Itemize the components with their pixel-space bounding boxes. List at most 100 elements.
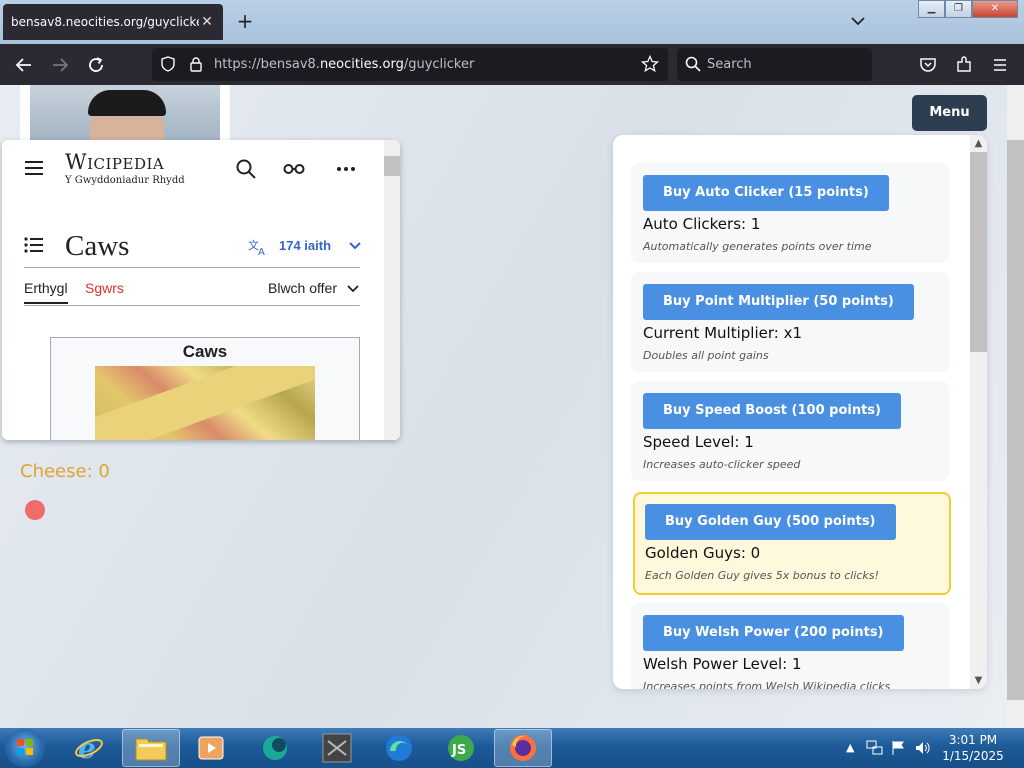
url-bar[interactable]: https://bensav8.neocities.org/guyclicker (152, 48, 668, 81)
network-icon[interactable] (866, 740, 884, 756)
shop-item-point-multiplier: Buy Point Multiplier (50 points) Current… (631, 272, 949, 372)
media-player-icon[interactable] (182, 729, 240, 767)
menu-button[interactable]: Menu (912, 95, 987, 131)
url-text: https://bensav8.neocities.org/guyclicker (214, 57, 475, 72)
clock[interactable]: 3:01 PM 1/15/2025 (942, 732, 1004, 764)
guy-photo[interactable] (20, 85, 230, 145)
reading-glasses-icon[interactable] (282, 157, 306, 181)
svg-text:JS: JS (451, 743, 466, 758)
tab-talk[interactable]: Sgwrs (85, 280, 124, 296)
shop-item-stat: Current Multiplier: x1 (643, 324, 803, 342)
shop-item-auto-clicker: Buy Auto Clicker (15 points) Auto Clicke… (631, 163, 949, 263)
wiki-scrollbar[interactable] (384, 140, 400, 440)
shop-item-description: Increases auto-clicker speed (643, 458, 801, 471)
shop-item-stat: Golden Guys: 0 (645, 544, 761, 562)
language-count[interactable]: 174 iaith (279, 238, 331, 253)
search-icon[interactable] (234, 157, 258, 181)
infobox-caption: Caws (182, 342, 228, 361)
tab-title: bensav8.neocities.org/guyclicker (11, 15, 199, 29)
tools-dropdown[interactable]: Blwch offer (268, 280, 359, 296)
scroll-down-icon[interactable]: ▼ (970, 672, 987, 689)
volume-icon[interactable] (914, 740, 932, 756)
browser-tab[interactable]: bensav8.neocities.org/guyclicker ✕ (3, 4, 223, 40)
close-tab-icon[interactable]: ✕ (199, 14, 215, 30)
shop-item-description: Automatically generates points over time (643, 240, 872, 253)
wiki-scrollbar-thumb[interactable] (384, 156, 400, 176)
wikipedia-logo[interactable]: Wicipedia (65, 150, 164, 174)
app-menu-icon[interactable] (988, 53, 1012, 77)
reload-icon[interactable] (84, 53, 108, 77)
windows-logo-icon (17, 739, 33, 755)
wikipedia-frame[interactable]: Wicipedia Y Gwyddoniadur Rhydd Caws 文A 1… (2, 140, 400, 440)
buy-auto-clicker-button[interactable]: Buy Auto Clicker (15 points) (643, 175, 889, 211)
window-controls: ▁ ❐ ✕ (918, 0, 1018, 18)
cheese-image[interactable] (95, 366, 315, 440)
buy-speed-boost-button[interactable]: Buy Speed Boost (100 points) (643, 393, 901, 429)
clock-time: 3:01 PM (948, 733, 998, 747)
back-icon[interactable] (12, 53, 36, 77)
tabs-divider (24, 305, 360, 306)
browser-tab-bar: bensav8.neocities.org/guyclicker ✕ + ▁ ❐… (0, 0, 1024, 44)
scroll-up-icon[interactable]: ▲ (970, 135, 987, 152)
show-hidden-icons-icon[interactable]: ▲ (846, 741, 854, 754)
shop-item-welsh-power: Buy Welsh Power (200 points) Welsh Power… (631, 603, 949, 689)
action-center-flag-icon[interactable] (890, 740, 906, 756)
shop-item-stat: Auto Clickers: 1 (643, 215, 761, 233)
browser-nav-bar: https://bensav8.neocities.org/guyclicker… (0, 44, 1024, 85)
shop-item-speed-boost: Buy Speed Boost (100 points) Speed Level… (631, 381, 949, 481)
language-icon[interactable]: 文A (246, 235, 270, 259)
buy-golden-guy-button[interactable]: Buy Golden Guy (500 points) (645, 504, 896, 540)
shield-icon[interactable] (156, 52, 180, 76)
app-icon[interactable] (308, 729, 366, 767)
article-title: Caws (65, 230, 130, 262)
search-placeholder: Search (707, 57, 752, 72)
web-page: Wicipedia Y Gwyddoniadur Rhydd Caws 文A 1… (0, 85, 1007, 728)
shop-item-description: Increases points from Welsh Wikipedia cl… (643, 680, 891, 689)
firefox-icon[interactable] (494, 729, 552, 767)
forward-icon[interactable] (48, 53, 72, 77)
window-close-icon[interactable]: ✕ (972, 0, 1018, 18)
shop-item-description: Doubles all point gains (643, 349, 769, 362)
clock-date: 1/15/2025 (942, 749, 1004, 763)
shop-item-stat: Speed Level: 1 (643, 433, 754, 451)
bookmark-star-icon[interactable] (638, 52, 662, 76)
click-target-dot[interactable] (25, 500, 45, 520)
svg-text:e: e (78, 733, 96, 763)
wikipedia-tagline: Y Gwyddoniadur Rhydd (65, 175, 185, 186)
app-icon[interactable] (246, 729, 304, 767)
tools-label: Blwch offer (268, 280, 337, 296)
minimize-icon[interactable]: ▁ (918, 0, 945, 18)
hamburger-menu-icon[interactable] (22, 156, 46, 180)
more-options-icon[interactable] (334, 157, 358, 181)
shop-panel: Buy Auto Clicker (15 points) Auto Clicke… (613, 135, 987, 689)
extensions-icon[interactable] (952, 53, 976, 77)
shop-scrollbar-thumb[interactable] (970, 152, 987, 352)
chevron-down-icon (347, 285, 359, 293)
buy-point-multiplier-button[interactable]: Buy Point Multiplier (50 points) (643, 284, 914, 320)
search-bar[interactable]: Search (677, 48, 872, 81)
page-scrollbar-thumb[interactable] (1007, 140, 1024, 700)
internet-explorer-icon[interactable]: e (60, 729, 118, 767)
pocket-icon[interactable] (916, 53, 940, 77)
page-scrollbar[interactable] (1007, 85, 1024, 728)
svg-text:A: A (258, 247, 265, 256)
start-button[interactable] (5, 729, 45, 767)
infobox: Caws (50, 337, 360, 440)
javascript-app-icon[interactable]: JS (432, 729, 490, 767)
edge-icon[interactable] (370, 729, 428, 767)
cheese-counter: Cheese: 0 (20, 461, 110, 482)
lock-icon[interactable] (184, 52, 208, 76)
table-of-contents-icon[interactable] (22, 233, 46, 257)
maximize-icon[interactable]: ❐ (945, 0, 972, 18)
taskbar: e JS ▲ 3:01 PM 1/15/2025 (0, 728, 1024, 768)
shop-item-golden-guy: Buy Golden Guy (500 points) Golden Guys:… (633, 492, 951, 595)
chevron-down-icon[interactable] (343, 234, 367, 258)
file-explorer-icon[interactable] (122, 729, 180, 767)
buy-welsh-power-button[interactable]: Buy Welsh Power (200 points) (643, 615, 904, 651)
tab-article[interactable]: Erthygl (24, 280, 68, 304)
search-icon (681, 52, 705, 76)
list-tabs-icon[interactable] (848, 10, 868, 32)
title-divider (24, 267, 360, 268)
new-tab-icon[interactable]: + (234, 10, 256, 32)
shop-item-description: Each Golden Guy gives 5x bonus to clicks… (645, 569, 879, 582)
